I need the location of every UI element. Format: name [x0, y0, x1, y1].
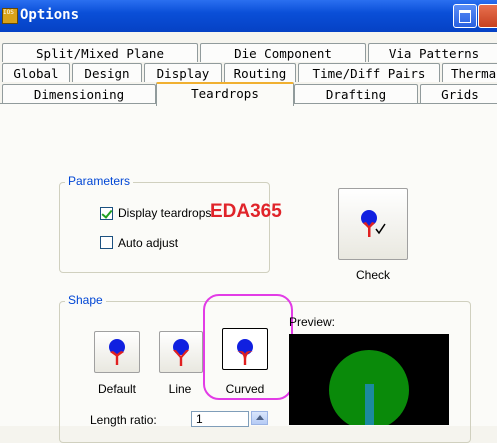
- teardrop-line-icon: [173, 339, 189, 366]
- check-button-label: Check: [355, 268, 390, 282]
- auto-adjust-checkbox[interactable]: [100, 236, 113, 249]
- check-button[interactable]: [338, 188, 408, 260]
- shape-group-label: Shape: [65, 293, 106, 307]
- parameters-group: [59, 182, 270, 273]
- tab-dimensioning[interactable]: Dimensioning: [2, 84, 156, 103]
- tab-global[interactable]: Global: [2, 63, 70, 82]
- tab-time-diff-pairs[interactable]: Time/Diff Pairs: [298, 63, 440, 82]
- tab-grids[interactable]: Grids: [420, 84, 497, 103]
- tab-die-component[interactable]: Die Component: [200, 43, 366, 62]
- teardrop-default-icon: [109, 339, 125, 365]
- tab-via-patterns[interactable]: Via Patterns: [368, 43, 497, 62]
- maximize-button[interactable]: [453, 4, 477, 28]
- shape-line-button[interactable]: [159, 331, 203, 373]
- shape-line-label: Line: [168, 382, 192, 396]
- tab-display[interactable]: Display: [144, 63, 222, 82]
- preview-label: Preview:: [289, 315, 336, 329]
- preview-canvas: [289, 334, 449, 425]
- tab-teardrops[interactable]: Teardrops: [156, 82, 294, 106]
- close-button[interactable]: [478, 4, 497, 28]
- title-bar: IOS Options: [0, 0, 497, 32]
- tab-design[interactable]: Design: [72, 63, 142, 82]
- tab-drafting[interactable]: Drafting: [294, 84, 418, 103]
- tab-routing[interactable]: Routing: [224, 63, 296, 82]
- teardrop-check-icon: [361, 210, 386, 237]
- preview-teardrop-drawing: [329, 350, 409, 425]
- shape-default-label: Default: [97, 382, 137, 396]
- display-teardrops-checkbox[interactable]: [100, 207, 113, 220]
- display-teardrops-label: Display teardrops: [118, 206, 212, 220]
- parameters-group-label: Parameters: [65, 174, 134, 188]
- length-ratio-spinner-up[interactable]: [251, 411, 268, 425]
- tab-split-mixed-plane[interactable]: Split/Mixed Plane: [2, 43, 198, 62]
- app-icon: IOS: [2, 8, 18, 24]
- selection-highlight: [203, 294, 293, 400]
- shape-default-button[interactable]: [94, 331, 140, 373]
- tab-thermal[interactable]: Therma: [442, 63, 497, 82]
- watermark-text: EDA365: [210, 201, 282, 222]
- window-title: Options: [20, 7, 80, 23]
- auto-adjust-label: Auto adjust: [118, 236, 179, 250]
